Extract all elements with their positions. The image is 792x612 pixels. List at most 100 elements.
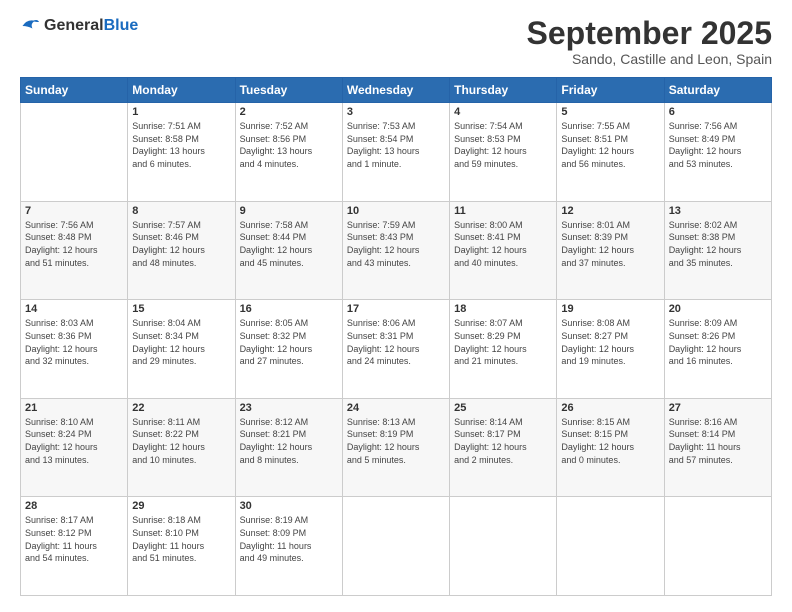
day-header-saturday: Saturday (664, 78, 771, 103)
calendar-day-cell: 1 Sunrise: 7:51 AM Sunset: 8:58 PM Daylig… (128, 103, 235, 202)
calendar-header-row: SundayMondayTuesdayWednesdayThursdayFrid… (21, 78, 772, 103)
day-content: Sunrise: 8:00 AM Sunset: 8:41 PM Dayligh… (454, 219, 552, 269)
calendar-empty-cell (21, 103, 128, 202)
calendar-day-cell: 24 Sunrise: 8:13 AM Sunset: 8:19 PM Dayli… (342, 398, 449, 497)
calendar-day-cell: 11 Sunrise: 8:00 AM Sunset: 8:41 PM Dayli… (450, 201, 557, 300)
day-number: 21 (25, 402, 123, 414)
day-content: Sunrise: 8:08 AM Sunset: 8:27 PM Dayligh… (561, 317, 659, 367)
calendar-day-cell: 21 Sunrise: 8:10 AM Sunset: 8:24 PM Dayli… (21, 398, 128, 497)
calendar-week-row: 1 Sunrise: 7:51 AM Sunset: 8:58 PM Daylig… (21, 103, 772, 202)
calendar-day-cell: 23Sunrise: 8:12 AM Sunset: 8:21 PM Dayli… (235, 398, 342, 497)
day-number: 29 (132, 500, 230, 512)
calendar-day-cell: 28 Sunrise: 8:17 AM Sunset: 8:12 PM Dayli… (21, 497, 128, 596)
day-number: 9 (240, 205, 338, 217)
calendar-day-cell: 10 Sunrise: 7:59 AM Sunset: 8:43 PM Dayli… (342, 201, 449, 300)
day-number: 7 (25, 205, 123, 217)
page: GeneralBlue September 2025 Sando, Castil… (0, 0, 792, 612)
calendar-day-cell: 13 Sunrise: 8:02 AM Sunset: 8:38 PM Dayli… (664, 201, 771, 300)
calendar-day-cell: 18 Sunrise: 8:07 AM Sunset: 8:29 PM Dayli… (450, 300, 557, 399)
calendar-day-cell: 16 Sunrise: 8:05 AM Sunset: 8:32 PM Dayli… (235, 300, 342, 399)
day-content: Sunrise: 8:06 AM Sunset: 8:31 PM Dayligh… (347, 317, 445, 367)
calendar-day-cell: 27 Sunrise: 8:16 AM Sunset: 8:14 PM Dayli… (664, 398, 771, 497)
day-header-tuesday: Tuesday (235, 78, 342, 103)
calendar-day-cell: 3 Sunrise: 7:53 AM Sunset: 8:54 PM Daylig… (342, 103, 449, 202)
day-number: 14 (25, 303, 123, 315)
calendar-week-row: 7 Sunrise: 7:56 AM Sunset: 8:48 PM Daylig… (21, 201, 772, 300)
day-content: Sunrise: 7:51 AM Sunset: 8:58 PM Dayligh… (132, 120, 230, 170)
month-title: September 2025 (527, 16, 772, 51)
calendar-day-cell: 26Sunrise: 8:15 AM Sunset: 8:15 PM Dayli… (557, 398, 664, 497)
day-header-wednesday: Wednesday (342, 78, 449, 103)
calendar-day-cell: 4 Sunrise: 7:54 AM Sunset: 8:53 PM Daylig… (450, 103, 557, 202)
logo-text: GeneralBlue (44, 17, 138, 35)
calendar-day-cell: 15Sunrise: 8:04 AM Sunset: 8:34 PM Dayli… (128, 300, 235, 399)
day-content: Sunrise: 7:54 AM Sunset: 8:53 PM Dayligh… (454, 120, 552, 170)
day-content: Sunrise: 8:07 AM Sunset: 8:29 PM Dayligh… (454, 317, 552, 367)
calendar-day-cell: 2Sunrise: 7:52 AM Sunset: 8:56 PM Daylig… (235, 103, 342, 202)
day-content: Sunrise: 8:19 AM Sunset: 8:09 PM Dayligh… (240, 514, 338, 564)
day-number: 5 (561, 106, 659, 118)
day-header-thursday: Thursday (450, 78, 557, 103)
header: GeneralBlue September 2025 Sando, Castil… (20, 16, 772, 67)
day-content: Sunrise: 7:57 AM Sunset: 8:46 PM Dayligh… (132, 219, 230, 269)
day-number: 28 (25, 500, 123, 512)
day-number: 30 (240, 500, 338, 512)
day-content: Sunrise: 8:18 AM Sunset: 8:10 PM Dayligh… (132, 514, 230, 564)
calendar-day-cell: 29 Sunrise: 8:18 AM Sunset: 8:10 PM Dayli… (128, 497, 235, 596)
calendar-week-row: 28 Sunrise: 8:17 AM Sunset: 8:12 PM Dayli… (21, 497, 772, 596)
logo-bird-icon (20, 16, 40, 36)
title-block: September 2025 Sando, Castille and Leon,… (527, 16, 772, 67)
day-content: Sunrise: 8:10 AM Sunset: 8:24 PM Dayligh… (25, 416, 123, 466)
calendar-day-cell: 14Sunrise: 8:03 AM Sunset: 8:36 PM Dayli… (21, 300, 128, 399)
day-number: 10 (347, 205, 445, 217)
day-content: Sunrise: 8:02 AM Sunset: 8:38 PM Dayligh… (669, 219, 767, 269)
day-content: Sunrise: 8:15 AM Sunset: 8:15 PM Dayligh… (561, 416, 659, 466)
calendar-week-row: 14Sunrise: 8:03 AM Sunset: 8:36 PM Dayli… (21, 300, 772, 399)
day-number: 6 (669, 106, 767, 118)
day-number: 23 (240, 402, 338, 414)
calendar-day-cell: 8Sunrise: 7:57 AM Sunset: 8:46 PM Daylig… (128, 201, 235, 300)
day-number: 18 (454, 303, 552, 315)
day-content: Sunrise: 8:16 AM Sunset: 8:14 PM Dayligh… (669, 416, 767, 466)
calendar-day-cell: 17 Sunrise: 8:06 AM Sunset: 8:31 PM Dayli… (342, 300, 449, 399)
day-content: Sunrise: 7:56 AM Sunset: 8:49 PM Dayligh… (669, 120, 767, 170)
location-subtitle: Sando, Castille and Leon, Spain (527, 51, 772, 67)
day-number: 20 (669, 303, 767, 315)
day-header-friday: Friday (557, 78, 664, 103)
day-content: Sunrise: 8:11 AM Sunset: 8:22 PM Dayligh… (132, 416, 230, 466)
day-number: 11 (454, 205, 552, 217)
calendar-day-cell: 6 Sunrise: 7:56 AM Sunset: 8:49 PM Daylig… (664, 103, 771, 202)
calendar-day-cell: 22 Sunrise: 8:11 AM Sunset: 8:22 PM Dayli… (128, 398, 235, 497)
day-number: 16 (240, 303, 338, 315)
day-content: Sunrise: 8:17 AM Sunset: 8:12 PM Dayligh… (25, 514, 123, 564)
calendar-day-cell: 7 Sunrise: 7:56 AM Sunset: 8:48 PM Daylig… (21, 201, 128, 300)
calendar-week-row: 21 Sunrise: 8:10 AM Sunset: 8:24 PM Dayli… (21, 398, 772, 497)
calendar-day-cell: 5 Sunrise: 7:55 AM Sunset: 8:51 PM Daylig… (557, 103, 664, 202)
day-number: 12 (561, 205, 659, 217)
day-content: Sunrise: 7:55 AM Sunset: 8:51 PM Dayligh… (561, 120, 659, 170)
day-number: 2 (240, 106, 338, 118)
day-number: 24 (347, 402, 445, 414)
day-content: Sunrise: 7:59 AM Sunset: 8:43 PM Dayligh… (347, 219, 445, 269)
calendar-empty-cell (664, 497, 771, 596)
logo-blue: Blue (104, 17, 139, 34)
day-content: Sunrise: 8:14 AM Sunset: 8:17 PM Dayligh… (454, 416, 552, 466)
day-content: Sunrise: 8:05 AM Sunset: 8:32 PM Dayligh… (240, 317, 338, 367)
day-number: 1 (132, 106, 230, 118)
day-content: Sunrise: 7:56 AM Sunset: 8:48 PM Dayligh… (25, 219, 123, 269)
day-number: 3 (347, 106, 445, 118)
day-number: 13 (669, 205, 767, 217)
day-number: 17 (347, 303, 445, 315)
day-number: 4 (454, 106, 552, 118)
calendar-day-cell: 30 Sunrise: 8:19 AM Sunset: 8:09 PM Dayli… (235, 497, 342, 596)
day-content: Sunrise: 8:01 AM Sunset: 8:39 PM Dayligh… (561, 219, 659, 269)
day-number: 15 (132, 303, 230, 315)
logo: GeneralBlue (20, 16, 138, 36)
calendar-day-cell: 20Sunrise: 8:09 AM Sunset: 8:26 PM Dayli… (664, 300, 771, 399)
calendar-empty-cell (450, 497, 557, 596)
day-number: 27 (669, 402, 767, 414)
day-number: 22 (132, 402, 230, 414)
day-content: Sunrise: 7:53 AM Sunset: 8:54 PM Dayligh… (347, 120, 445, 170)
day-number: 25 (454, 402, 552, 414)
day-content: Sunrise: 8:13 AM Sunset: 8:19 PM Dayligh… (347, 416, 445, 466)
